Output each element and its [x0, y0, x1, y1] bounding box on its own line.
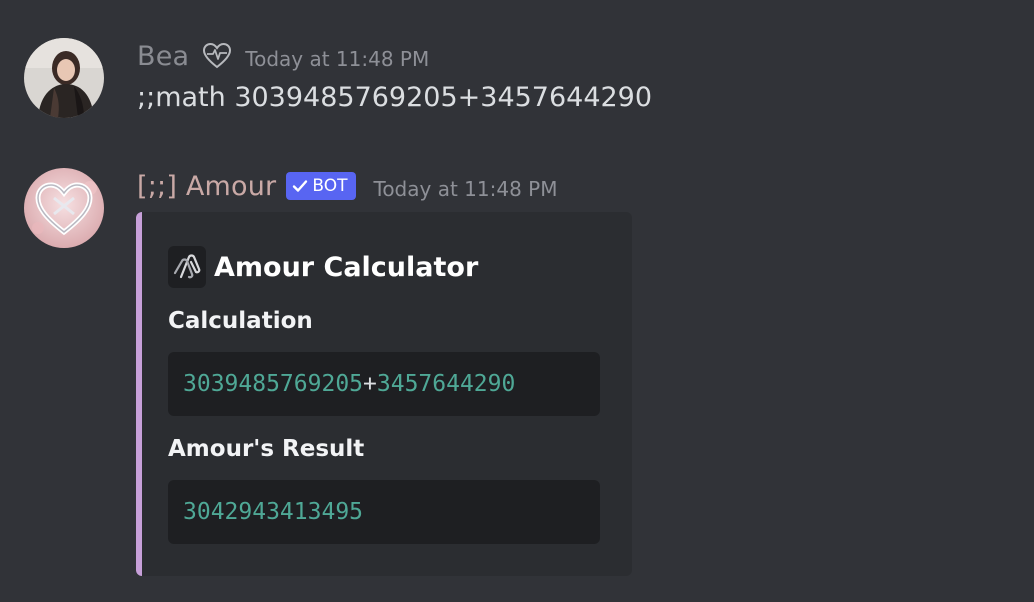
bot-username[interactable]: [;;] Amour [137, 171, 276, 202]
username[interactable]: Bea [137, 41, 189, 72]
operand: 3039485769205 [183, 371, 364, 397]
field-name-calculation: Calculation [168, 308, 313, 334]
message-user: Bea Today at 11:48 PM ;;math 30394857692… [0, 38, 1034, 128]
timestamp: Today at 11:48 PM [245, 47, 430, 71]
message-bot: [;;] Amour BOT Today at 11:48 PM Amour C… [0, 168, 1034, 588]
code-block-result[interactable]: 3042943413495 [168, 480, 600, 544]
result-value: 3042943413495 [183, 499, 364, 525]
chat-messages: Bea Today at 11:48 PM ;;math 30394857692… [0, 0, 1034, 602]
operator: + [363, 371, 377, 397]
operand: 3457644290 [376, 371, 516, 397]
message-content: ;;math 3039485769205+3457644290 [137, 82, 653, 113]
embed-header: Amour Calculator [168, 246, 478, 288]
verified-check-icon [292, 179, 308, 193]
message-header: [;;] Amour BOT Today at 11:48 PM [137, 168, 557, 204]
heartbeat-heart-icon [201, 40, 233, 72]
bot-badge: BOT [286, 172, 356, 200]
field-name-result: Amour's Result [168, 436, 365, 462]
embed-title: Amour Calculator [214, 251, 479, 283]
bot-badge-label: BOT [312, 176, 348, 196]
code-block-calculation[interactable]: 3039485769205 +3457644290 [168, 352, 600, 416]
message-header: Bea Today at 11:48 PM [137, 38, 429, 74]
avatar[interactable] [24, 38, 104, 118]
bot-avatar[interactable] [24, 168, 104, 248]
timestamp: Today at 11:48 PM [373, 177, 558, 201]
embed: Amour Calculator Calculation 30394857692… [136, 212, 632, 576]
paperclip-link-icon [168, 246, 206, 288]
